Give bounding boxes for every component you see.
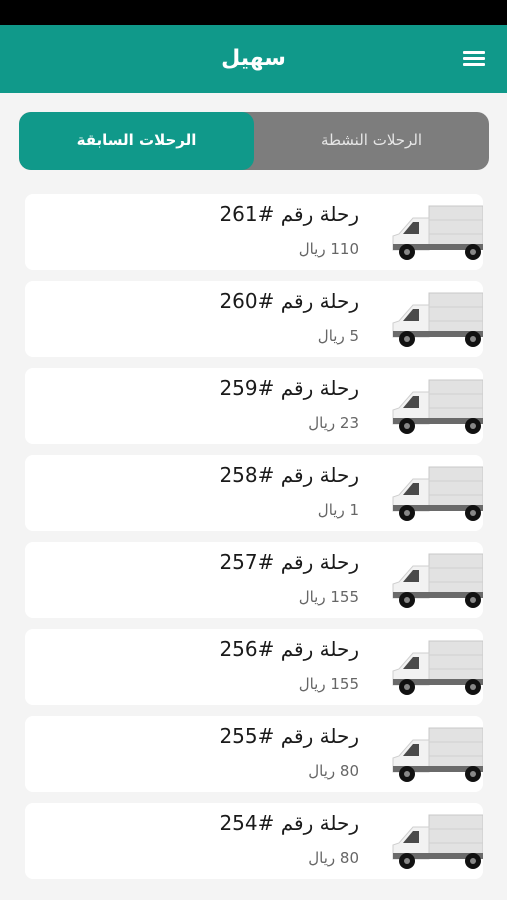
truck-icon [392, 640, 483, 695]
trip-card[interactable]: رحلة رقم #256 155 ريال [25, 629, 483, 705]
trip-price: 23 ريال [308, 414, 359, 432]
app-title: سهيل [221, 46, 286, 71]
app-bar: سهيل [0, 25, 507, 93]
truck-icon [392, 292, 483, 347]
trip-card[interactable]: رحلة رقم #259 23 ريال [25, 368, 483, 444]
trip-title: رحلة رقم #261 [219, 202, 359, 226]
trip-list: رحلة رقم #261 110 ريال رحلة رقم #260 5 ريا… [25, 194, 483, 890]
trip-price: 80 ريال [308, 849, 359, 867]
trip-title: رحلة رقم #259 [219, 376, 359, 400]
trip-price: 155 ريال [298, 675, 359, 693]
truck-icon [392, 814, 483, 869]
hamburger-menu-icon[interactable] [461, 47, 487, 71]
trip-card[interactable]: رحلة رقم #258 1 ريال [25, 455, 483, 531]
trip-card[interactable]: رحلة رقم #261 110 ريال [25, 194, 483, 270]
trip-title: رحلة رقم #258 [219, 463, 359, 487]
trip-price: 155 ريال [298, 588, 359, 606]
trip-card[interactable]: رحلة رقم #260 5 ريال [25, 281, 483, 357]
trip-card[interactable]: رحلة رقم #255 80 ريال [25, 716, 483, 792]
tab-previous-trips[interactable]: الرحلات السابقة [19, 112, 254, 170]
trip-tabs: الرحلات النشطة الرحلات السابقة [19, 112, 489, 170]
trip-title: رحلة رقم #255 [219, 724, 359, 748]
trip-card[interactable]: رحلة رقم #257 155 ريال [25, 542, 483, 618]
truck-icon [392, 553, 483, 608]
status-bar [0, 0, 507, 25]
trip-title: رحلة رقم #256 [219, 637, 359, 661]
trip-price: 1 ريال [317, 501, 359, 519]
truck-icon [392, 379, 483, 434]
trip-title: رحلة رقم #257 [219, 550, 359, 574]
trip-title: رحلة رقم #260 [219, 289, 359, 313]
trip-price: 110 ريال [298, 240, 359, 258]
trip-title: رحلة رقم #254 [219, 811, 359, 835]
truck-icon [392, 205, 483, 260]
trip-price: 5 ريال [317, 327, 359, 345]
trip-card[interactable]: رحلة رقم #254 80 ريال [25, 803, 483, 879]
truck-icon [392, 727, 483, 782]
trip-price: 80 ريال [308, 762, 359, 780]
truck-icon [392, 466, 483, 521]
tab-active-trips[interactable]: الرحلات النشطة [254, 112, 489, 170]
